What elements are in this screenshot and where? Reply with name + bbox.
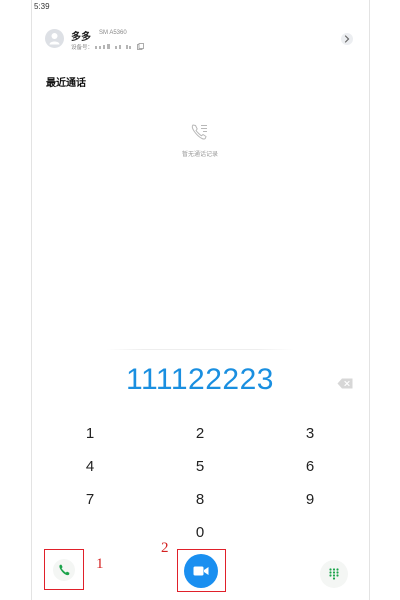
contact-model: SM A5360 [99, 30, 127, 36]
contact-name: 多多 [71, 32, 91, 43]
dialpad-icon [329, 568, 339, 580]
backspace-icon[interactable] [337, 378, 353, 389]
phone-frame [31, 0, 370, 600]
dial-key-5[interactable]: 5 [180, 458, 220, 475]
video-call-button[interactable] [184, 554, 218, 588]
contact-card[interactable]: 多多 SM A5360 设备号： [45, 28, 357, 54]
dial-key-8[interactable]: 8 [180, 491, 220, 508]
annotation-label-2: 2 [161, 540, 169, 556]
person-icon [49, 33, 60, 45]
contact-detail-button[interactable] [341, 33, 353, 45]
annotation-box-video [177, 549, 226, 592]
redacted-device-id-icon [95, 44, 131, 49]
dial-key-6[interactable]: 6 [290, 458, 330, 475]
voice-call-button[interactable] [53, 559, 75, 581]
copy-icon[interactable] [137, 43, 144, 50]
annotation-box-call [44, 549, 84, 590]
device-id-label: 设备号： [71, 45, 94, 51]
dial-key-1[interactable]: 1 [70, 425, 110, 442]
chevron-right-icon [344, 35, 350, 43]
dial-key-0[interactable]: 0 [180, 524, 220, 541]
recent-calls-title: 最近通话 [46, 78, 86, 89]
dial-key-9[interactable]: 9 [290, 491, 330, 508]
video-camera-icon [193, 566, 209, 576]
phone-icon [59, 564, 70, 576]
call-log-empty-icon [191, 124, 207, 140]
annotation-label-1: 1 [96, 556, 104, 572]
keypad-toggle-button[interactable] [320, 560, 348, 588]
dial-key-2[interactable]: 2 [180, 425, 220, 442]
dial-key-3[interactable]: 3 [290, 425, 330, 442]
status-time: 5:39 [34, 2, 50, 11]
avatar [45, 29, 64, 48]
dial-key-7[interactable]: 7 [70, 491, 110, 508]
divider [106, 349, 294, 350]
dial-key-4[interactable]: 4 [70, 458, 110, 475]
empty-call-log-text: 暂无通话记录 [181, 152, 218, 158]
